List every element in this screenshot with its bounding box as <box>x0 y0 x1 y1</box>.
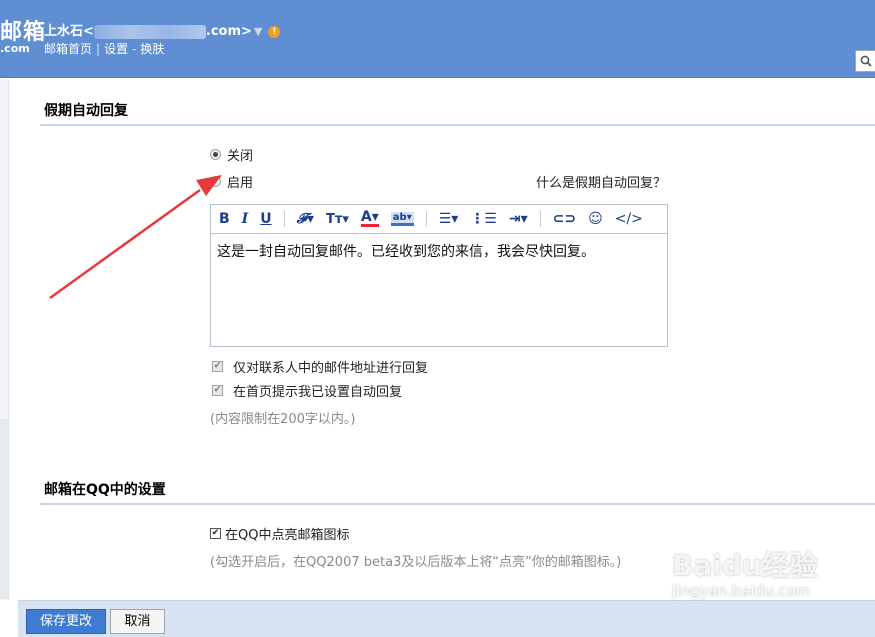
action-bar: 保存更改 取消 <box>18 600 875 637</box>
nav-separator: - <box>132 42 137 56</box>
option-qq-icon-label: 在QQ中点亮邮箱图标 <box>225 528 350 543</box>
section-divider <box>40 503 875 505</box>
search-icon <box>860 55 872 67</box>
top-nav: 邮箱首页 | 设置 - 换肤 <box>44 40 164 57</box>
reply-editor[interactable]: B I U 𝓕▾ Tт▾ A▾ ab▾ ☰▾ ⋮☰ ⇥▾ ⊂⊃ ☺ </> 这是… <box>210 204 668 347</box>
font-icon[interactable]: 𝓕▾ <box>297 211 314 227</box>
link-icon[interactable]: ⊂⊃ <box>553 211 576 227</box>
option-contacts-label: 仅对联系人中的邮件地址进行回复 <box>233 361 429 376</box>
radio-button[interactable] <box>210 149 221 160</box>
baidu-watermark: Baidu经验 jingyan.baidu.com <box>672 544 818 600</box>
align-icon[interactable]: ☰▾ <box>439 211 459 227</box>
emoji-icon[interactable]: ☺ <box>588 211 603 227</box>
left-scrollbar[interactable] <box>0 419 8 599</box>
account-name: 上水石< <box>44 24 94 39</box>
italic-icon[interactable]: I <box>242 211 249 227</box>
underline-icon[interactable]: U <box>260 211 271 227</box>
font-color-icon[interactable]: A▾ <box>360 210 379 227</box>
checkbox[interactable]: ✔ <box>212 361 223 372</box>
option-qq-icon[interactable]: ✔ 在QQ中点亮邮箱图标 <box>210 524 349 543</box>
option-homepage-label: 在首页提示我已设置自动回复 <box>233 385 403 400</box>
save-button[interactable]: 保存更改 <box>26 609 106 634</box>
indent-icon[interactable]: ⇥▾ <box>509 211 528 227</box>
radio-on[interactable]: 启用 <box>210 172 253 191</box>
editor-content[interactable]: 这是一封自动回复邮件。已经收到您的来信，我会尽快回复。 <box>211 234 667 268</box>
html-icon[interactable]: </> <box>615 211 643 227</box>
radio-on-label: 启用 <box>227 176 254 191</box>
settings-panel: 假期自动回复 关闭 启用 什么是假期自动回复？ B I U 𝓕▾ Tт▾ A▾ … <box>18 79 875 600</box>
watermark-brand: Baidu经验 <box>672 549 818 582</box>
background-color-icon[interactable]: ab▾ <box>390 212 414 226</box>
search-button[interactable] <box>855 50 875 72</box>
left-panel-edge <box>0 79 9 600</box>
watermark-url: jingyan.baidu.com <box>672 582 811 600</box>
toolbar-divider <box>283 211 285 227</box>
radio-off-label: 关闭 <box>227 149 254 164</box>
warning-icon[interactable]: ! <box>268 25 281 38</box>
checkbox[interactable]: ✔ <box>212 385 223 396</box>
toolbar-divider <box>539 211 541 227</box>
chevron-down-icon[interactable]: ▼ <box>254 25 262 38</box>
top-header: 邮箱 .com 上水石< .com> ▼! 邮箱首页 | 设置 - 换肤 <box>0 0 875 78</box>
bold-icon[interactable]: B <box>219 211 230 227</box>
editor-toolbar: B I U 𝓕▾ Tт▾ A▾ ab▾ ☰▾ ⋮☰ ⇥▾ ⊂⊃ ☺ </> <box>211 205 667 234</box>
nav-mail-home[interactable]: 邮箱首页 <box>44 42 92 56</box>
section-title-qq: 邮箱在QQ中的设置 <box>44 482 166 498</box>
list-icon[interactable]: ⋮☰ <box>470 211 497 227</box>
limit-hint: (内容限制在200字以内。) <box>210 412 356 427</box>
option-contacts-only[interactable]: ✔ 仅对联系人中的邮件地址进行回复 <box>212 357 428 376</box>
logo-sub: .com <box>0 42 30 55</box>
section-title-vacation: 假期自动回复 <box>44 103 128 119</box>
option-homepage-notice[interactable]: ✔ 在首页提示我已设置自动回复 <box>212 381 402 400</box>
account-domain: .com> <box>205 24 252 39</box>
nav-skin[interactable]: 换肤 <box>140 42 164 56</box>
radio-off[interactable]: 关闭 <box>210 145 253 164</box>
nav-separator: | <box>96 42 101 56</box>
cancel-button[interactable]: 取消 <box>110 609 165 634</box>
font-size-icon[interactable]: Tт▾ <box>326 212 349 227</box>
redacted-email <box>93 24 206 39</box>
account-menu[interactable]: 上水石< .com> ▼! <box>44 20 281 39</box>
radio-button[interactable] <box>210 176 221 187</box>
nav-settings[interactable]: 设置 <box>104 42 128 56</box>
section-divider <box>40 124 875 126</box>
help-link[interactable]: 什么是假期自动回复？ <box>536 172 666 191</box>
qq-icon-hint: (勾选开启后，在QQ2007 beta3及以后版本上将“点亮”你的邮箱图标。) <box>210 555 622 570</box>
toolbar-divider <box>425 211 427 227</box>
checkbox[interactable]: ✔ <box>210 528 221 539</box>
